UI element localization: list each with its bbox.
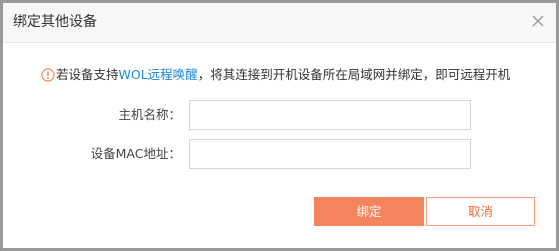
- dialog-title: 绑定其他设备: [13, 14, 97, 30]
- host-name-row: 主机名称：: [3, 100, 556, 130]
- mac-address-label: 设备MAC地址：: [90, 146, 181, 161]
- host-name-input[interactable]: [189, 100, 471, 130]
- dialog-header: 绑定其他设备: [3, 3, 556, 43]
- mac-address-input[interactable]: [189, 139, 471, 169]
- notice-text-after: ，将其连接到开机设备所在局域网并绑定，即可远程开机: [197, 67, 511, 82]
- wol-notice: 若设备支持WOL远程唤醒，将其连接到开机设备所在局域网并绑定，即可远程开机: [41, 66, 546, 84]
- warning-circle-icon: [41, 68, 55, 82]
- bind-button[interactable]: 绑定: [314, 197, 424, 226]
- notice-text-before: 若设备支持: [56, 67, 119, 82]
- host-name-label: 主机名称：: [118, 107, 181, 122]
- mac-address-row: 设备MAC地址：: [3, 139, 556, 169]
- cancel-button[interactable]: 取消: [426, 197, 535, 226]
- bind-device-dialog: 绑定其他设备 若设备支持WOL远程唤醒，将其连接到开机设备所在局域网并绑定，即可…: [0, 0, 559, 251]
- close-icon[interactable]: [531, 14, 545, 28]
- wol-link[interactable]: WOL远程唤醒: [119, 67, 198, 82]
